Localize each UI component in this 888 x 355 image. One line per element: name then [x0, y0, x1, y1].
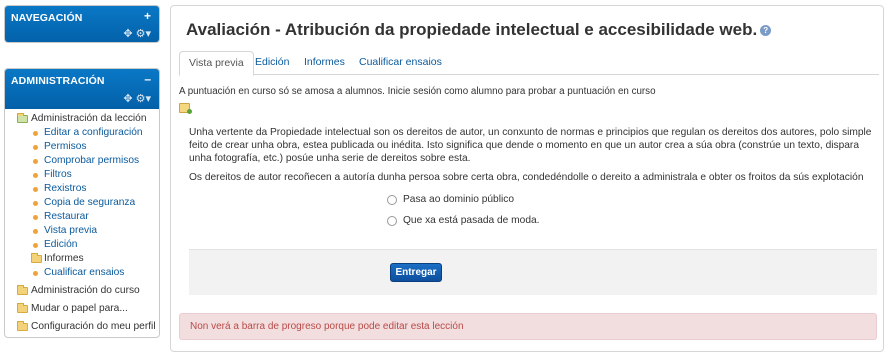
tree-item-course-admin[interactable]: Administración do curso: [5, 284, 159, 298]
tree-item-reports[interactable]: Informes: [5, 252, 159, 266]
gear-icon[interactable]: ⚙▾: [136, 92, 151, 105]
submit-button[interactable]: Entregar: [390, 263, 442, 282]
answer-option[interactable]: Que xa está pasada de moda.: [387, 214, 540, 235]
question-text: Unha vertente da Propiedade intelectual …: [189, 126, 877, 190]
answer-option-label: Pasa ao dominio público: [403, 194, 515, 205]
tree-item-label: Configuración do meu perfil: [31, 321, 156, 332]
move-icon[interactable]: ✥: [123, 27, 132, 40]
tree-item-edit[interactable]: Edición: [5, 238, 159, 252]
radio-button[interactable]: [387, 216, 397, 226]
grade-essays-link[interactable]: Cualificar ensaios: [44, 267, 124, 278]
answer-options: Pasa ao dominio público Que xa está pasa…: [387, 193, 540, 235]
backup-link[interactable]: Copia de seguranza: [44, 197, 135, 208]
administration-block: ADMINISTRACIÓN – ✥ ⚙▾ Administración da …: [4, 68, 160, 338]
edit-link[interactable]: Edición: [44, 239, 77, 250]
navigation-toggle-icon[interactable]: +: [144, 9, 151, 23]
tree-item-logs[interactable]: Rexistros: [5, 182, 159, 196]
main-content: Avaliación - Atribución da propiedade in…: [170, 5, 884, 352]
restore-link[interactable]: Restaurar: [44, 211, 89, 222]
check-permissions-link[interactable]: Comprobar permisos: [44, 155, 139, 166]
tab-preview[interactable]: Vista previa: [179, 51, 254, 76]
move-icon[interactable]: ✥: [123, 92, 132, 105]
answer-option-label: Que xa está pasada de moda.: [403, 215, 540, 226]
tree-item-backup[interactable]: Copia de seguranza: [5, 196, 159, 210]
bullet-icon: [33, 159, 38, 164]
tab-bar: Vista previa Edición Informes Cualificar…: [179, 49, 879, 76]
folder-icon: [17, 285, 28, 295]
tree-item-switch-role[interactable]: Mudar o papel para...: [5, 302, 159, 316]
tree-item-check-permissions[interactable]: Comprobar permisos: [5, 154, 159, 168]
administration-toggle-icon[interactable]: –: [144, 72, 151, 86]
page-title-text: Avaliación - Atribución da propiedade in…: [186, 20, 758, 39]
submit-area: Entregar: [189, 249, 877, 295]
logs-link[interactable]: Rexistros: [44, 183, 86, 194]
preview-link[interactable]: Vista previa: [44, 225, 97, 236]
progress-bar-alert: Non verá a barra de progreso porque pode…: [179, 313, 877, 340]
folder-icon: [17, 303, 28, 313]
page-title: Avaliación - Atribución da propiedade in…: [186, 20, 772, 40]
tree-item-label: Mudar o papel para...: [31, 303, 128, 314]
navigation-block: NAVEGACIÓN + ✥ ⚙▾: [4, 5, 160, 43]
progress-notice: A puntuación en curso só se amosa a alum…: [179, 86, 656, 97]
tree-item-restore[interactable]: Restaurar: [5, 210, 159, 224]
bullet-icon: [33, 229, 38, 234]
tree-item-lesson-admin[interactable]: Administración da lección: [5, 112, 159, 126]
tree-item-profile-settings[interactable]: Configuración do meu perfil: [5, 320, 159, 334]
lesson-admin-icon: [17, 113, 28, 123]
tree-item-edit-settings[interactable]: Editar a configuración: [5, 126, 159, 140]
bullet-icon: [33, 131, 38, 136]
tab-grade-essays[interactable]: Cualificar ensaios: [350, 51, 451, 75]
bullet-icon: [33, 187, 38, 192]
radio-button[interactable]: [387, 195, 397, 205]
bullet-icon: [33, 243, 38, 248]
administration-block-title: ADMINISTRACIÓN: [11, 75, 105, 87]
tree-item-permissions[interactable]: Permisos: [5, 140, 159, 154]
answer-option[interactable]: Pasa ao dominio público: [387, 193, 540, 214]
edit-page-icon[interactable]: [179, 103, 192, 114]
tree-item-preview[interactable]: Vista previa: [5, 224, 159, 238]
tab-reports[interactable]: Informes: [295, 51, 354, 75]
question-paragraph: Os dereitos de autor recoñecen a autoría…: [189, 172, 864, 183]
bullet-icon: [33, 201, 38, 206]
folder-icon: [17, 321, 28, 331]
tree-item-filters[interactable]: Filtros: [5, 168, 159, 182]
gear-icon[interactable]: ⚙▾: [136, 27, 151, 40]
help-icon[interactable]: ?: [760, 25, 772, 37]
administration-block-header: ADMINISTRACIÓN – ✥ ⚙▾: [5, 69, 159, 109]
tree-item-label: Informes: [44, 253, 84, 264]
folder-icon: [31, 253, 42, 263]
question-paragraph: Unha vertente da Propiedade intelectual …: [189, 127, 872, 164]
navigation-block-header: NAVEGACIÓN + ✥ ⚙▾: [5, 6, 159, 42]
navigation-block-title: NAVEGACIÓN: [11, 12, 83, 24]
bullet-icon: [33, 215, 38, 220]
filters-link[interactable]: Filtros: [44, 169, 72, 180]
tree-item-label: Administración do curso: [31, 285, 140, 296]
bullet-icon: [33, 271, 38, 276]
bullet-icon: [33, 145, 38, 150]
tree-item-label: Administración da lección: [31, 113, 147, 124]
edit-settings-link[interactable]: Editar a configuración: [44, 127, 143, 138]
bullet-icon: [33, 173, 38, 178]
permissions-link[interactable]: Permisos: [44, 141, 86, 152]
tree-item-grade-essays[interactable]: Cualificar ensaios: [5, 266, 159, 280]
tab-edit[interactable]: Edición: [246, 51, 298, 75]
